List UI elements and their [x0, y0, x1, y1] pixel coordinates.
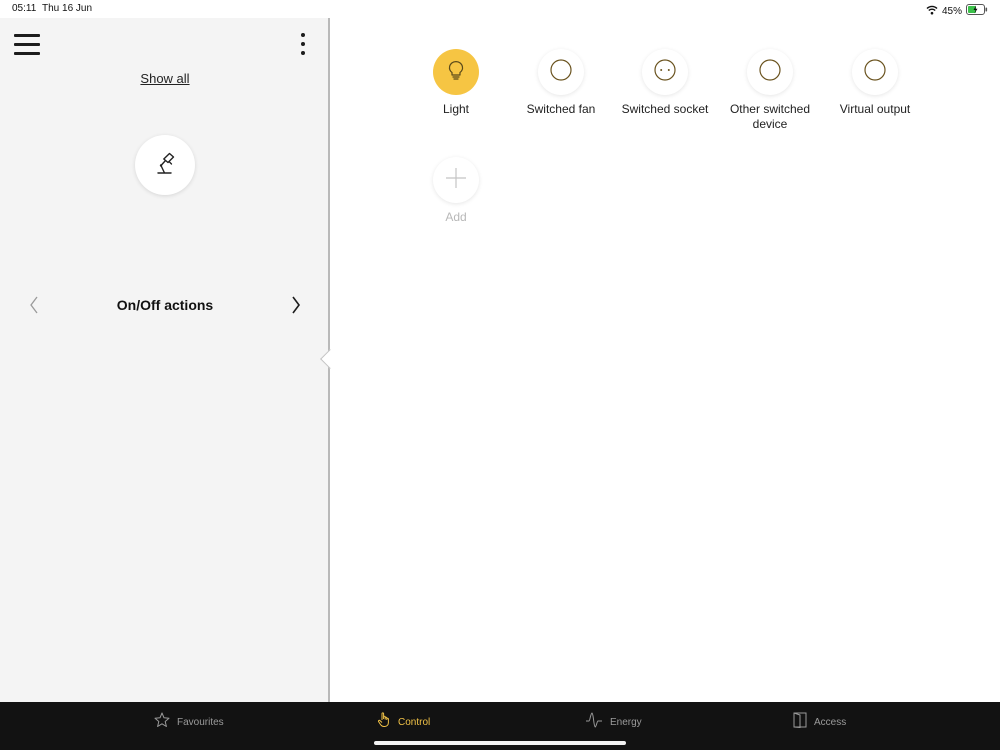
device-switched-fan[interactable]: Switched fan	[511, 49, 611, 117]
tab-control[interactable]: Control	[377, 712, 430, 732]
bottom-tab-bar: Favourites Control Energy Access	[0, 702, 1000, 750]
more-options-icon[interactable]	[297, 33, 309, 59]
action-title: On/Off actions	[116, 297, 214, 313]
tab-energy[interactable]: Energy	[585, 711, 642, 734]
hand-pointer-icon	[377, 711, 391, 733]
device-virtual-output[interactable]: Virtual output	[825, 49, 925, 117]
device-label: Virtual output	[839, 102, 911, 116]
add-label: Add	[445, 210, 467, 224]
status-time: 05:11	[12, 3, 37, 14]
wifi-icon	[926, 2, 938, 20]
selected-device-circle[interactable]	[135, 135, 195, 195]
battery-charging-icon	[966, 2, 988, 20]
left-panel: Show all On/Off actions	[0, 18, 330, 702]
device-circle	[538, 49, 584, 95]
circle-icon	[549, 58, 573, 87]
status-bar: 05:11 Thu 16 Jun 45%	[0, 0, 1000, 18]
device-circle	[433, 49, 479, 95]
tab-label: Access	[814, 716, 847, 728]
device-label: Light	[442, 102, 470, 116]
show-all-link[interactable]: Show all	[0, 71, 330, 86]
circle-icon	[758, 58, 782, 87]
tab-label: Energy	[610, 716, 642, 728]
battery-percent: 45%	[941, 5, 962, 17]
device-circle	[642, 49, 688, 95]
device-circle	[747, 49, 793, 95]
star-icon	[154, 712, 170, 733]
desk-lamp-icon	[152, 150, 178, 181]
tab-label: Control	[398, 716, 431, 728]
door-icon	[793, 712, 807, 733]
hamburger-menu-icon[interactable]	[14, 34, 40, 56]
chevron-right-icon[interactable]	[289, 294, 303, 316]
tab-access[interactable]: Access	[793, 712, 846, 732]
device-label: Switched fan	[526, 102, 596, 116]
lightbulb-icon	[444, 58, 468, 87]
plus-icon	[444, 166, 468, 195]
add-circle	[433, 157, 479, 203]
home-indicator[interactable]	[374, 741, 626, 745]
tab-label: Favourites	[177, 716, 224, 728]
device-other-switched-device[interactable]: Other switched device	[720, 49, 820, 132]
circle-icon	[863, 58, 887, 87]
add-device-button[interactable]: Add	[406, 157, 506, 225]
device-light[interactable]: Light	[406, 49, 506, 117]
socket-icon	[653, 58, 677, 87]
device-switched-socket[interactable]: Switched socket	[615, 49, 715, 117]
tab-favourites[interactable]: Favourites	[154, 712, 224, 732]
status-date: Thu 16 Jun	[42, 3, 93, 14]
device-label: Switched socket	[621, 102, 709, 116]
status-right-group: 45%	[926, 2, 988, 20]
energy-wave-icon	[585, 711, 603, 734]
device-label: Other switched device	[729, 102, 811, 131]
device-circle	[852, 49, 898, 95]
